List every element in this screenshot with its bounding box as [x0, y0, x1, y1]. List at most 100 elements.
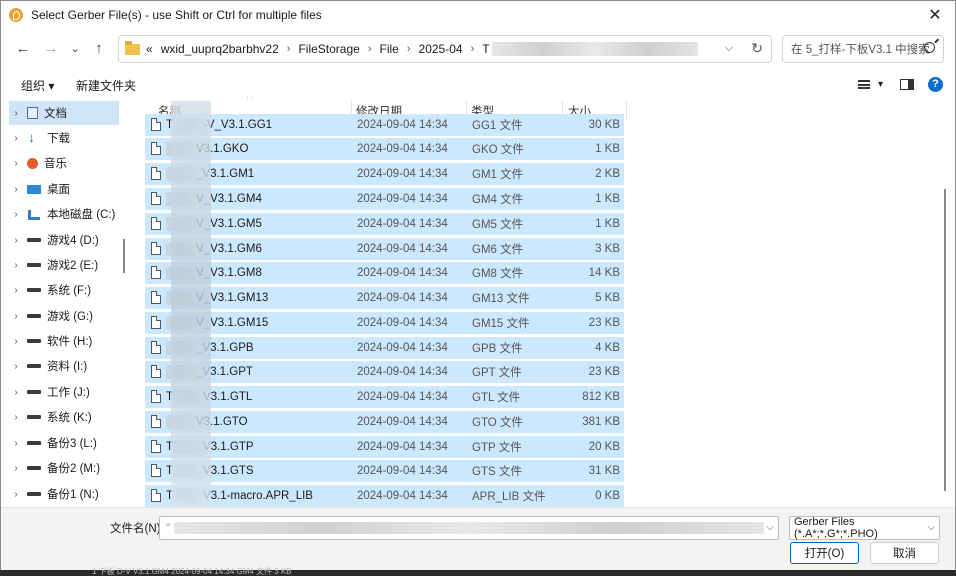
- file-date: 2024-09-04 14:34: [357, 342, 448, 354]
- chevron-right-icon[interactable]: ›: [9, 285, 23, 296]
- file-row[interactable]: T -V_V3.1.GG1 2024-09-04 14:34 GG1 文件 30 …: [145, 114, 624, 136]
- chevron-right-icon[interactable]: ›: [9, 311, 23, 322]
- sidebar-scrollbar[interactable]: [123, 239, 125, 273]
- sidebar-item-label: 本地磁盘 (C:): [47, 209, 116, 221]
- filename-input[interactable]: " ⌵: [159, 516, 779, 540]
- sidebar-item-drive-n[interactable]: › 备份1 (N:): [9, 482, 119, 506]
- breadcrumb-filestorage[interactable]: FileStorage: [298, 42, 359, 56]
- file-name: V_V3.1.GM6: [166, 242, 262, 256]
- breadcrumb-file[interactable]: File: [380, 42, 399, 56]
- sidebar-item-drive-f[interactable]: › 系统 (F:): [9, 278, 119, 302]
- file-row[interactable]: T V3.1.GTP 2024-09-04 14:34 GTP 文件 20 KB: [145, 436, 624, 458]
- sidebar-item-drive-m[interactable]: › 备份2 (M:): [9, 456, 119, 480]
- breadcrumb-wxid[interactable]: wxid_uuprq2barbhv22: [161, 42, 279, 56]
- breadcrumb-current[interactable]: T: [482, 42, 489, 56]
- file-row[interactable]: V_V3.1.GM4 2024-09-04 14:34 GM4 文件 1 KB: [145, 188, 624, 210]
- up-arrow-icon[interactable]: ↑: [87, 37, 111, 59]
- sidebar-item-drive-h[interactable]: › 软件 (H:): [9, 329, 119, 353]
- chevron-right-icon[interactable]: ›: [9, 184, 23, 195]
- file-type: GTP 文件: [472, 442, 522, 454]
- chevron-right-icon[interactable]: ›: [9, 133, 23, 144]
- file-row[interactable]: V_V3.1.GM5 2024-09-04 14:34 GM5 文件 1 KB: [145, 213, 624, 235]
- sidebar-item-documents[interactable]: › 文档: [9, 101, 119, 125]
- sidebar-item-drive-c[interactable]: › 本地磁盘 (C:): [9, 202, 119, 226]
- open-button[interactable]: 打开(O): [790, 542, 859, 564]
- file-name: T V3.1.GTP: [166, 440, 254, 454]
- filename-label: 文件名(N):: [110, 523, 164, 535]
- file-name: T V3.1.GTS: [166, 464, 254, 478]
- close-icon[interactable]: ✕: [915, 1, 955, 29]
- recent-locations-icon[interactable]: ⌄: [63, 37, 87, 59]
- chevron-right-icon[interactable]: ›: [9, 209, 23, 220]
- file-date: 2024-09-04 14:34: [357, 441, 448, 453]
- file-row[interactable]: V_V3.1.GM13 2024-09-04 14:34 GM13 文件 5 K…: [145, 287, 624, 309]
- new-folder-button[interactable]: 新建文件夹: [76, 77, 136, 94]
- file-row[interactable]: _V3.1.GPT 2024-09-04 14:34 GPT 文件 23 KB: [145, 361, 624, 383]
- file-type-filter[interactable]: Gerber Files (*.A*;*.G*;*.PHO) ⌵: [789, 516, 940, 540]
- sidebar-item-desktop[interactable]: › 桌面: [9, 177, 119, 201]
- sidebar-item-drive-g[interactable]: › 游戏 (G:): [9, 304, 119, 328]
- sidebar-item-drive-k[interactable]: › 系统 (K:): [9, 405, 119, 429]
- chevron-right-icon[interactable]: ›: [9, 260, 23, 271]
- breadcrumb-date[interactable]: 2025-04: [419, 42, 463, 56]
- sidebar-item-drive-e[interactable]: › 游戏2 (E:): [9, 253, 119, 277]
- help-icon: ?: [928, 76, 943, 92]
- chevron-right-icon[interactable]: ›: [9, 438, 23, 449]
- chevron-right-icon[interactable]: ›: [9, 463, 23, 474]
- sort-ascending-icon: ^: [247, 97, 252, 104]
- view-list-icon: [858, 79, 870, 89]
- forward-arrow-icon[interactable]: →: [39, 37, 63, 59]
- organize-menu[interactable]: 组织 ▾: [21, 77, 54, 94]
- file-row[interactable]: V_V3.1.GM6 2024-09-04 14:34 GM6 文件 3 KB: [145, 238, 624, 260]
- sidebar-item-label: 备份2 (M:): [47, 463, 101, 475]
- file-size: 14 KB: [588, 267, 620, 279]
- search-input[interactable]: 在 5_打样-下板V3.1 中搜索: [782, 35, 944, 63]
- back-arrow-icon[interactable]: ←: [11, 37, 35, 59]
- file-icon: [151, 242, 161, 255]
- file-row[interactable]: T V3.1-macro.APR_LIB 2024-09-04 14:34 APR…: [145, 485, 624, 507]
- chevron-right-icon[interactable]: ›: [9, 235, 23, 246]
- chevron-right-icon[interactable]: ›: [9, 361, 23, 372]
- file-name: V_V3.1.GM15: [166, 316, 268, 330]
- cancel-button[interactable]: 取消: [870, 542, 939, 564]
- music-icon: [27, 157, 38, 169]
- preview-pane-button[interactable]: [900, 75, 914, 93]
- file-type: GG1 文件: [472, 120, 523, 132]
- file-row[interactable]: T V3.1.GTS 2024-09-04 14:34 GTS 文件 31 KB: [145, 460, 624, 482]
- address-dropdown-icon[interactable]: ⌵: [725, 42, 733, 55]
- file-row[interactable]: V_V3.1.GM15 2024-09-04 14:34 GM15 文件 23 …: [145, 312, 624, 334]
- file-size: 30 KB: [588, 119, 620, 131]
- chevron-right-icon: ›: [367, 43, 372, 55]
- file-row[interactable]: _V3.1.GPB 2024-09-04 14:34 GPB 文件 4 KB: [145, 337, 624, 359]
- view-options[interactable]: ▾: [858, 75, 883, 93]
- sidebar-item-music[interactable]: › 音乐: [9, 151, 119, 175]
- sidebar-item-drive-i[interactable]: › 资料 (I:): [9, 354, 119, 378]
- breadcrumb-overflow[interactable]: «: [146, 42, 153, 56]
- chevron-right-icon[interactable]: ›: [9, 336, 23, 347]
- chevron-right-icon[interactable]: ›: [9, 108, 23, 119]
- file-size: 3 KB: [595, 243, 620, 255]
- help-button[interactable]: ?: [928, 75, 943, 93]
- address-bar[interactable]: « wxid_uuprq2barbhv22 › FileStorage › Fi…: [118, 35, 772, 63]
- sidebar-item-drive-l[interactable]: › 备份3 (L:): [9, 431, 119, 455]
- file-list-scrollbar[interactable]: [944, 189, 946, 491]
- file-row[interactable]: T V3.1.GTL 2024-09-04 14:34 GTL 文件 812 KB: [145, 386, 624, 408]
- sidebar-item-label: 系统 (F:): [47, 285, 92, 297]
- chevron-right-icon[interactable]: ›: [9, 412, 23, 423]
- file-icon: [151, 390, 161, 403]
- sidebar-item-downloads[interactable]: › 下载: [9, 126, 119, 150]
- file-row[interactable]: _V3.1.GM1 2024-09-04 14:34 GM1 文件 2 KB: [145, 163, 624, 185]
- desktop-icon: [27, 184, 41, 194]
- chevron-right-icon[interactable]: ›: [9, 489, 23, 500]
- sidebar-item-drive-j[interactable]: › 工作 (J:): [9, 380, 119, 404]
- column-divider[interactable]: [626, 101, 627, 121]
- chevron-down-icon[interactable]: ⌵: [766, 522, 774, 533]
- file-row[interactable]: V3.1.GTO 2024-09-04 14:34 GTO 文件 381 KB: [145, 411, 624, 433]
- file-row[interactable]: V_V3.1.GM8 2024-09-04 14:34 GM8 文件 14 KB: [145, 262, 624, 284]
- refresh-icon[interactable]: ↻: [751, 40, 763, 57]
- chevron-down-icon: ▾: [878, 78, 884, 90]
- chevron-right-icon[interactable]: ›: [9, 387, 23, 398]
- file-row[interactable]: V3.1.GKO 2024-09-04 14:34 GKO 文件 1 KB: [145, 138, 624, 160]
- chevron-right-icon[interactable]: ›: [9, 158, 23, 169]
- sidebar-item-drive-d[interactable]: › 游戏4 (D:): [9, 228, 119, 252]
